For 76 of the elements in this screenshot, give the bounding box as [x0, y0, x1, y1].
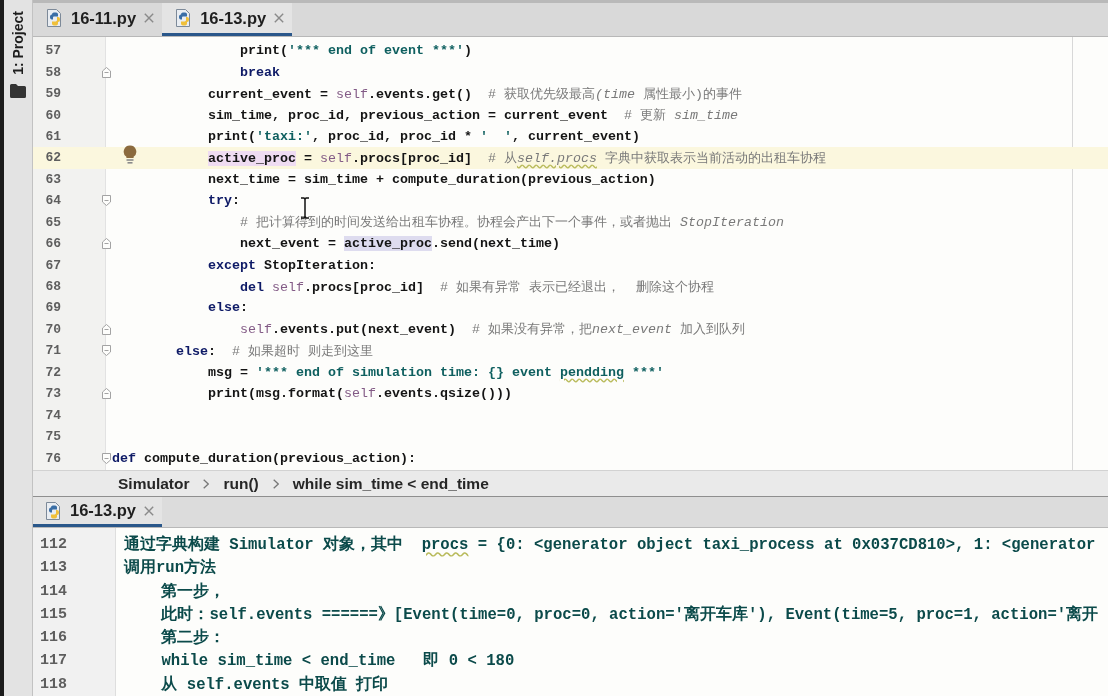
line-number: 116 — [39, 629, 68, 647]
fold-marker-icon[interactable] — [102, 195, 111, 207]
lightbulb-icon[interactable] — [123, 145, 137, 165]
code-line: print('taxi:', proc_id, proc_id * ' ', current_event) — [207, 128, 640, 144]
code-line: # 把计算得到的时间发送给出租车协程。协程会产出下一个事件，或者抛出 StopIteration — [239, 214, 784, 232]
file-tab[interactable]: 16-13.py — [33, 497, 163, 527]
code-line: sim_time, proc_id, previous_action = current_event # 更新 sim_time — [207, 107, 738, 125]
code-line: except StopIteration: — [207, 257, 376, 273]
line-number: 69 — [44, 300, 61, 316]
code-line: print('*** end of event ***') — [239, 43, 472, 59]
python-file-icon — [46, 501, 62, 520]
chevron-right-icon — [203, 478, 210, 489]
folder-icon — [10, 83, 26, 98]
code-line: del self.procs[proc_id] # 如果有异常 表示已经退出， 删除这个协程 — [239, 278, 714, 296]
file-tab[interactable]: 16-11.py — [33, 3, 163, 36]
line-number: 65 — [44, 214, 61, 230]
code-line: self.events.put(next_event) # 如果没有异常，把next_event 加入到队列 — [239, 321, 745, 339]
project-tool-button[interactable]: 1: Project — [10, 9, 26, 77]
line-number: 113 — [39, 559, 68, 577]
breadcrumb-item[interactable]: run() — [223, 474, 259, 493]
close-icon[interactable] — [274, 13, 285, 23]
line-number: 57 — [44, 43, 61, 59]
code-line: else: — [207, 300, 248, 316]
line-number: 115 — [39, 605, 68, 623]
line-number: 59 — [44, 86, 61, 102]
code-line: 第二步： — [161, 627, 226, 649]
code-line: 第一步， — [161, 581, 226, 602]
code-line: 调用run方法 — [124, 557, 217, 579]
code-line: msg = '*** end of simulation time: {} event pendding ***' — [207, 364, 664, 380]
line-number: 60 — [44, 107, 61, 123]
line-number: 117 — [39, 652, 68, 670]
line-number: 61 — [44, 128, 61, 144]
fold-marker-icon[interactable] — [102, 66, 111, 78]
line-number: 66 — [44, 236, 61, 252]
code-line: 此时：self.events ======》[Event(time=0, proc=0, action='离开车库'), Event(time=5, proc=1, action='离开 — [161, 604, 1099, 625]
code-line: 从 self.events 中取值 打印 — [161, 674, 389, 695]
line-number: 63 — [44, 171, 61, 187]
code-line: next_event = active_proc.send(next_time) — [239, 236, 560, 252]
line-number: 114 — [39, 582, 68, 600]
close-icon[interactable] — [144, 13, 155, 23]
python-file-icon — [47, 9, 63, 27]
line-number: 71 — [44, 343, 61, 359]
line-number: 72 — [44, 364, 61, 380]
fold-marker-icon[interactable] — [102, 388, 111, 400]
line-number: 118 — [39, 675, 68, 693]
breadcrumb-item[interactable]: Simulator — [118, 474, 190, 493]
code-line: next_time = sim_time + compute_duration(previous_action) — [207, 171, 656, 187]
line-number: 74 — [44, 407, 61, 423]
close-icon[interactable] — [144, 505, 155, 516]
line-number: 75 — [44, 429, 61, 445]
code-line: 通过字典构建 Simulator 对象，其中 procs = {0: <generator object taxi_process at 0x037CD810>, 1: <generator — [124, 534, 1096, 556]
python-file-icon — [176, 9, 193, 27]
line-number: 58 — [44, 64, 61, 80]
fold-marker-icon[interactable] — [102, 452, 111, 464]
line-number: 64 — [44, 193, 61, 209]
code-line: else: # 如果超时 则走到这里 — [176, 342, 373, 360]
code-line: try: — [207, 193, 240, 209]
line-number: 76 — [44, 450, 61, 466]
code-line: break — [239, 64, 280, 80]
code-line: current_event = self.events.get() # 获取优先级最高(time 属性最小)的事件 — [207, 85, 742, 103]
line-number: 62 — [44, 150, 61, 166]
line-number: 68 — [44, 279, 61, 295]
code-line: active_proc = self.procs[proc_id] # 从self.procs 字典中获取表示当前活动的出租车协程 — [207, 149, 826, 167]
fold-marker-icon[interactable] — [102, 345, 111, 357]
fold-marker-icon[interactable] — [102, 323, 111, 335]
line-number: 70 — [44, 321, 61, 337]
line-number: 112 — [39, 536, 68, 554]
breadcrumb-item[interactable]: while sim_time < end_time — [292, 474, 489, 493]
file-tab[interactable]: 16-13.py — [162, 3, 293, 36]
chevron-right-icon — [272, 478, 279, 489]
line-number: 67 — [44, 257, 61, 273]
code-line: def compute_duration(previous_action): — [112, 450, 416, 466]
fold-marker-icon[interactable] — [102, 238, 111, 250]
line-number: 73 — [44, 386, 61, 402]
code-line: print(msg.format(self.events.qsize())) — [207, 386, 512, 402]
code-line: while sim_time < end_time 即 0 < 180 — [161, 651, 515, 672]
